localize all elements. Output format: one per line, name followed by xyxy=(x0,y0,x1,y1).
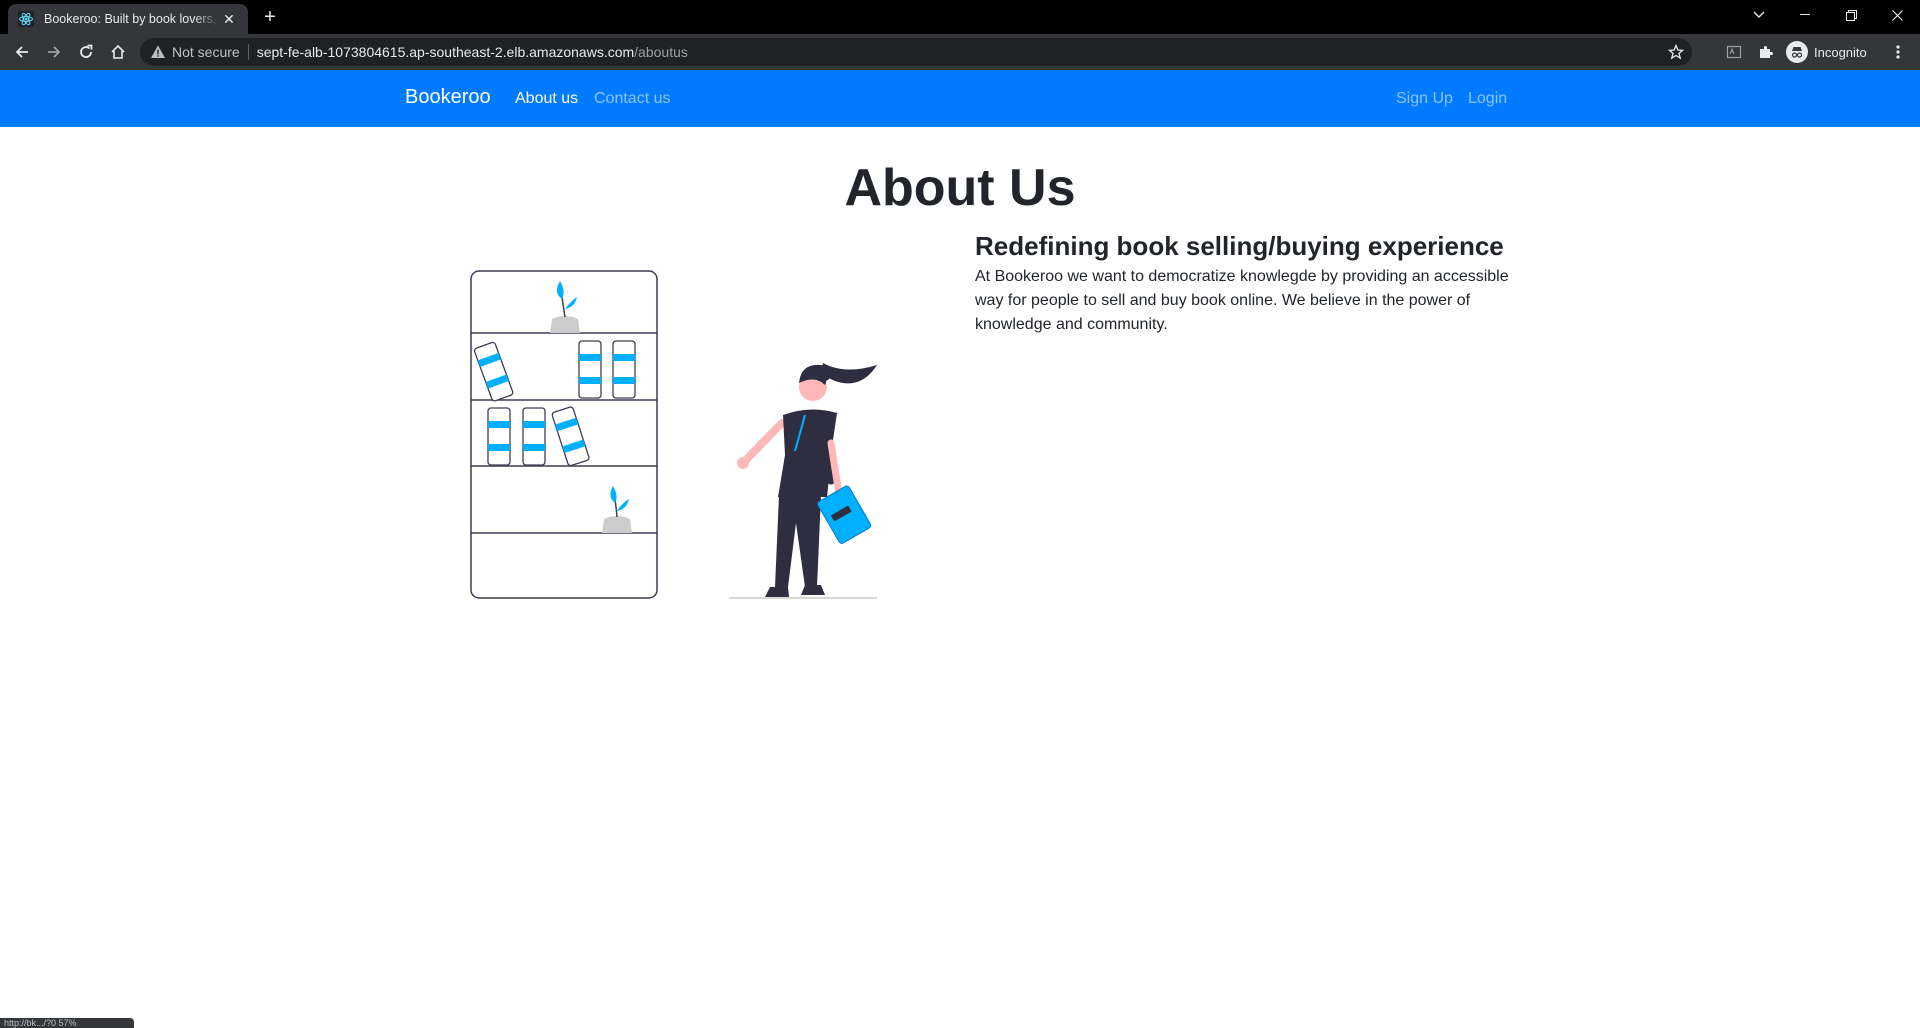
window-close-icon[interactable] xyxy=(1874,0,1920,30)
restore-icon[interactable] xyxy=(1828,0,1874,30)
security-status[interactable]: Not secure xyxy=(172,44,240,60)
nav-link-contact-us[interactable]: Contact us xyxy=(594,90,670,108)
page-title: About Us xyxy=(844,159,1076,217)
brand-logo[interactable]: Bookeroo xyxy=(405,86,491,109)
incognito-profile-button[interactable]: Incognito xyxy=(1786,39,1867,65)
books-shelf-2 xyxy=(487,406,590,467)
url-host[interactable]: sept-fe-alb-1073804615.ap-southeast-2.el… xyxy=(257,44,634,60)
bookmark-star-icon[interactable] xyxy=(1668,44,1684,60)
tab-search-chevron-icon[interactable] xyxy=(1736,0,1782,30)
minimize-icon[interactable] xyxy=(1782,0,1828,30)
browser-tab-strip: Bookeroo: Built by book lovers, for book… xyxy=(0,0,1920,34)
more-menu-icon[interactable] xyxy=(1886,40,1910,64)
tab-title: Bookeroo: Built by book lovers, for book… xyxy=(44,12,220,26)
address-divider xyxy=(247,44,249,60)
forward-arrow-icon[interactable] xyxy=(42,40,66,64)
reader-mode-icon[interactable] xyxy=(1722,40,1746,64)
warning-icon[interactable] xyxy=(150,44,166,60)
bookshelf-reader-illustration xyxy=(470,270,877,599)
nav-link-sign-up[interactable]: Sign Up xyxy=(1396,90,1453,108)
extensions-puzzle-icon[interactable] xyxy=(1754,40,1778,64)
back-arrow-icon[interactable] xyxy=(10,40,34,64)
url-path[interactable]: /aboutus xyxy=(634,44,688,60)
reload-icon[interactable] xyxy=(74,40,98,64)
link-status-bubble: http://bk.../?0 57% xyxy=(0,1018,134,1028)
profile-label: Incognito xyxy=(1814,44,1867,60)
new-tab-button[interactable]: + xyxy=(258,6,282,30)
incognito-icon xyxy=(1786,41,1808,63)
section-subtitle: Redefining book selling/buying experienc… xyxy=(975,231,1504,261)
address-bar[interactable]: Not secure sept-fe-alb-1073804615.ap-sou… xyxy=(140,38,1692,66)
react-logo-icon xyxy=(18,11,34,27)
site-navbar: Bookeroo About us Contact us Sign Up Log… xyxy=(0,70,1920,127)
home-icon[interactable] xyxy=(106,40,130,64)
woman-figure xyxy=(729,363,877,599)
browser-tab[interactable]: Bookeroo: Built by book lovers, for book… xyxy=(8,4,248,34)
nav-link-login[interactable]: Login xyxy=(1468,90,1507,108)
about-paragraph: At Bookeroo we want to democratize knowl… xyxy=(975,268,1509,333)
browser-toolbar: Not secure sept-fe-alb-1073804615.ap-sou… xyxy=(0,34,1920,70)
nav-link-about-us[interactable]: About us xyxy=(515,90,578,108)
close-icon[interactable]: ✕ xyxy=(220,11,238,28)
